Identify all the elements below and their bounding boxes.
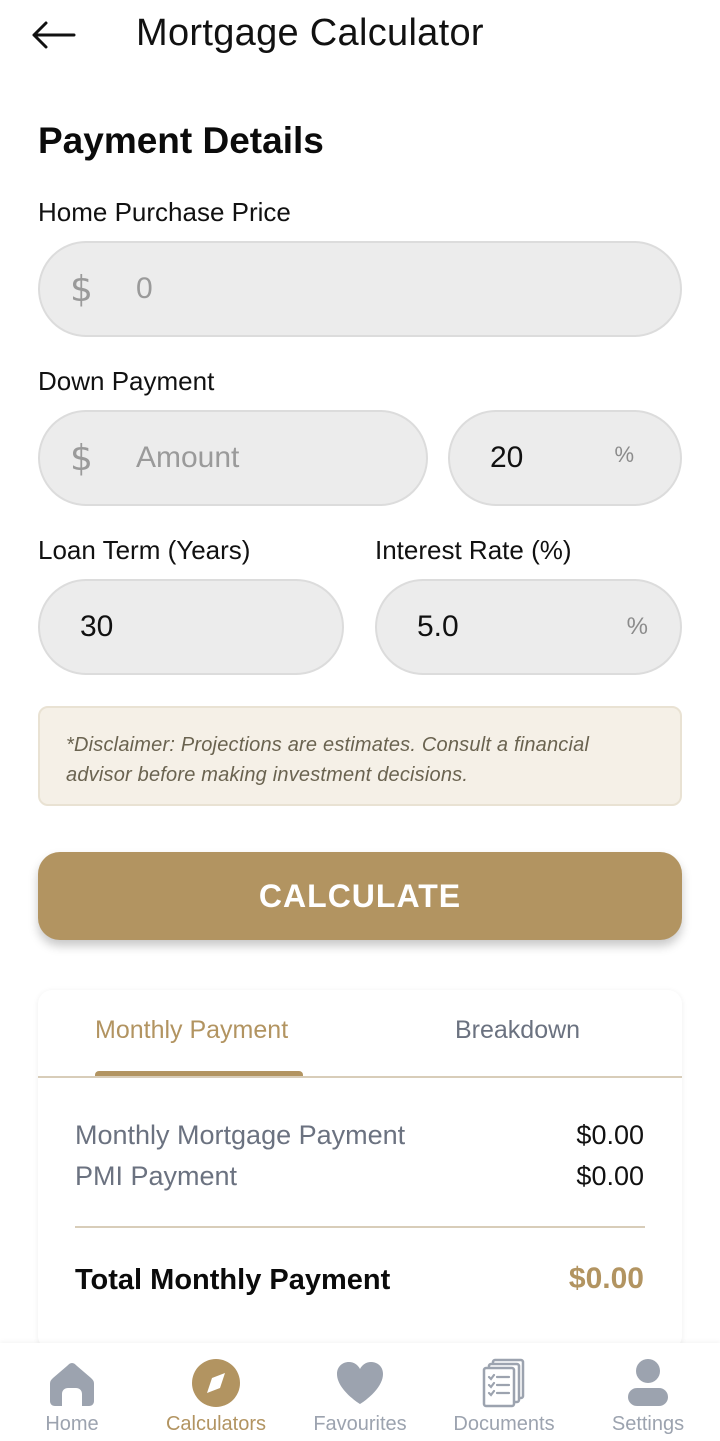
- loan-term-input[interactable]: 30: [38, 579, 344, 675]
- section-title: Payment Details: [38, 120, 324, 161]
- interest-rate-input[interactable]: 5.0 %: [375, 579, 682, 675]
- back-button[interactable]: [28, 14, 78, 56]
- interest-rate-value: 5.0: [417, 610, 459, 643]
- user-icon: [628, 1359, 668, 1406]
- nav-label-favourites: Favourites: [313, 1413, 407, 1435]
- disclaimer: *Disclaimer: Projections are estimates. …: [38, 706, 682, 806]
- total-monthly-label: Total Monthly Payment: [75, 1264, 391, 1296]
- down-payment-label: Down Payment: [38, 366, 215, 396]
- home-icon: [50, 1363, 94, 1406]
- home-price-label: Home Purchase Price: [38, 197, 291, 227]
- tab-divider: [38, 1076, 682, 1078]
- nav-calculators[interactable]: Calculators: [144, 1343, 288, 1441]
- home-price-input[interactable]: $ 0: [38, 241, 682, 337]
- pmi-payment-value: $0.00: [576, 1161, 644, 1191]
- tab-breakdown[interactable]: Breakdown: [455, 1016, 580, 1045]
- page-title: Mortgage Calculator: [136, 12, 484, 54]
- result-divider: [75, 1226, 645, 1228]
- nav-home[interactable]: Home: [0, 1343, 144, 1441]
- nav-label-settings: Settings: [611, 1413, 685, 1435]
- app-header: Mortgage Calculator: [0, 0, 720, 72]
- dollar-icon: $: [70, 268, 93, 310]
- total-monthly-value: $0.00: [568, 1262, 644, 1295]
- home-price-placeholder: 0: [136, 272, 153, 305]
- nav-label-calculators: Calculators: [165, 1413, 267, 1435]
- monthly-mortgage-label: Monthly Mortgage Payment: [75, 1120, 406, 1150]
- compass-icon: [192, 1359, 240, 1407]
- nav-label-home: Home: [45, 1413, 99, 1435]
- percent-icon: %: [614, 442, 634, 467]
- down-payment-percent-input[interactable]: 20 %: [448, 410, 682, 506]
- heart-icon: [337, 1362, 383, 1404]
- monthly-mortgage-value: $0.00: [576, 1120, 644, 1150]
- documents-icon: [482, 1358, 525, 1408]
- down-payment-percent-value: 20: [490, 441, 524, 474]
- dollar-icon: $: [70, 437, 93, 479]
- bottom-nav: Home Calculators Favourites Documents Se…: [0, 1343, 720, 1441]
- nav-documents[interactable]: Documents: [432, 1343, 576, 1441]
- nav-settings[interactable]: Settings: [576, 1343, 720, 1441]
- interest-rate-label: Interest Rate (%): [375, 535, 572, 565]
- nav-label-documents: Documents: [453, 1413, 555, 1435]
- loan-term-label: Loan Term (Years): [38, 535, 251, 565]
- calculate-button[interactable]: CALCULATE: [38, 852, 682, 940]
- percent-icon: %: [626, 613, 648, 640]
- down-payment-amount-input[interactable]: $ Amount: [38, 410, 428, 506]
- down-payment-amount-placeholder: Amount: [136, 441, 240, 474]
- results-card: Monthly Payment Breakdown Monthly Mortga…: [38, 990, 682, 1350]
- nav-favourites[interactable]: Favourites: [288, 1343, 432, 1441]
- pmi-payment-label: PMI Payment: [75, 1161, 238, 1191]
- arrow-left-icon: [32, 21, 76, 49]
- tab-monthly-payment[interactable]: Monthly Payment: [95, 1016, 288, 1045]
- loan-term-value: 30: [80, 610, 114, 643]
